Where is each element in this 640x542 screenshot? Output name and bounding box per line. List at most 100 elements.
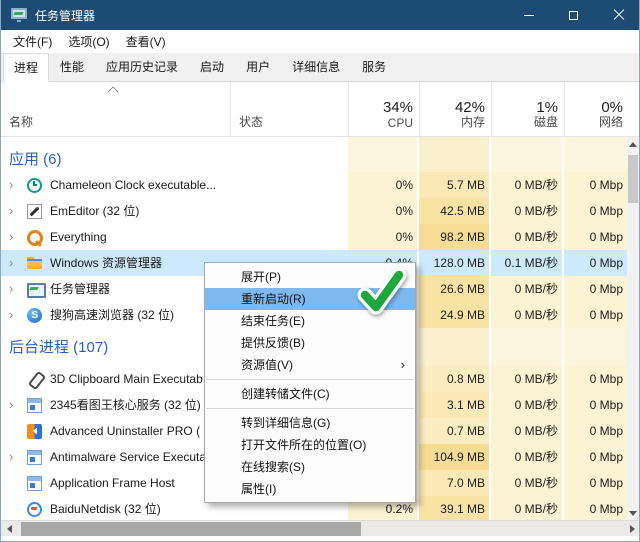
vertical-scrollbar-thumb[interactable] bbox=[628, 155, 638, 203]
menubar-item-1[interactable]: 文件(F) bbox=[5, 30, 60, 53]
process-name-cell: BaiduNetdisk (32 位) bbox=[1, 496, 230, 520]
column-header-disk[interactable]: 1% 磁盘 bbox=[491, 82, 564, 136]
horizontal-scrollbar-thumb[interactable] bbox=[21, 522, 361, 536]
context-menu-item-5[interactable]: 资源值(V)› bbox=[205, 354, 415, 376]
section-header: 应用 (6) bbox=[1, 148, 640, 172]
expand-chevron-icon[interactable]: › bbox=[9, 198, 27, 224]
context-menu-item-12[interactable]: 属性(I) bbox=[205, 478, 415, 500]
process-name: EmEditor (32 位) bbox=[50, 198, 139, 224]
expand-chevron-icon[interactable]: › bbox=[9, 224, 27, 250]
context-menu-item-4[interactable]: 提供反馈(B) bbox=[205, 332, 415, 354]
network-cell: 0 Mbp bbox=[564, 276, 629, 302]
maximize-icon bbox=[569, 11, 578, 20]
maximize-button[interactable] bbox=[551, 0, 596, 30]
menu-item-label: 结束任务(E) bbox=[241, 314, 305, 328]
disk-cell: 0 MB/秒 bbox=[491, 392, 564, 418]
memory-cell: 5.7 MB bbox=[419, 172, 491, 198]
disk-cell: 0 MB/秒 bbox=[491, 276, 564, 302]
expand-chevron-icon[interactable]: › bbox=[9, 392, 27, 418]
submenu-arrow-icon: › bbox=[401, 354, 405, 376]
table-header: 名称 状态 34% CPU 42% 内存 1% 磁盘 0% 网络 bbox=[1, 82, 640, 137]
disk-cell: 0 MB/秒 bbox=[491, 496, 564, 520]
column-header-status[interactable]: 状态 bbox=[230, 82, 348, 136]
process-name-cell: ›Everything bbox=[1, 224, 230, 250]
context-menu-item-7[interactable]: 创建转储文件(C) bbox=[205, 383, 415, 405]
tab-6[interactable]: 详细信息 bbox=[281, 52, 351, 81]
app-window-icon bbox=[27, 398, 42, 413]
task-manager-app-icon bbox=[11, 8, 27, 22]
column-header-network[interactable]: 0% 网络 bbox=[564, 82, 629, 136]
network-cell: 0 Mbp bbox=[564, 366, 629, 392]
network-cell: 0 Mbp bbox=[564, 496, 629, 520]
process-name-cell: › 2345看图王核心服务 (32 位) bbox=[1, 392, 230, 418]
tab-3[interactable]: 应用历史记录 bbox=[95, 52, 189, 81]
memory-cell: 104.9 MB bbox=[419, 444, 491, 470]
memory-cell: 39.1 MB bbox=[419, 496, 491, 520]
status-cell bbox=[230, 224, 348, 250]
app-window-icon bbox=[27, 476, 42, 491]
column-header-cpu[interactable]: 34% CPU bbox=[348, 82, 419, 136]
window-bottom-edge bbox=[1, 536, 640, 542]
process-name-cell: › EmEditor (32 位) bbox=[1, 198, 230, 224]
scroll-up-icon[interactable] bbox=[627, 137, 639, 151]
process-name-cell: › Windows 资源管理器 bbox=[1, 250, 230, 276]
network-cell: 0 Mbp bbox=[564, 470, 629, 496]
process-name-cell: ›Chameleon Clock executable... bbox=[1, 172, 230, 198]
tab-4[interactable]: 启动 bbox=[189, 52, 235, 81]
close-button[interactable] bbox=[596, 0, 640, 30]
tab-5[interactable]: 用户 bbox=[235, 52, 281, 81]
process-row[interactable]: ›Chameleon Clock executable...0%5.7 MB0 … bbox=[1, 172, 640, 198]
column-header-name[interactable]: 名称 bbox=[1, 82, 230, 136]
network-cell: 0 Mbp bbox=[564, 418, 629, 444]
menu-separator bbox=[206, 379, 414, 380]
tab-1[interactable]: 进程 bbox=[3, 53, 49, 82]
emeditor-icon bbox=[27, 204, 42, 219]
memory-cell: 42.5 MB bbox=[419, 198, 491, 224]
menubar-item-2[interactable]: 选项(O) bbox=[60, 30, 117, 53]
tab-7[interactable]: 服务 bbox=[351, 52, 397, 81]
scroll-left-icon[interactable] bbox=[1, 521, 18, 537]
menu-item-label: 展开(P) bbox=[241, 270, 281, 284]
scroll-right-icon[interactable] bbox=[624, 521, 640, 537]
process-name-cell: ›搜狗高速浏览器 (32 位) bbox=[1, 302, 230, 328]
expand-chevron-icon[interactable]: › bbox=[9, 250, 27, 276]
column-header-memory[interactable]: 42% 内存 bbox=[419, 82, 491, 136]
disk-cell: 0 MB/秒 bbox=[491, 366, 564, 392]
green-checkmark-annotation bbox=[355, 266, 407, 316]
process-row[interactable]: ›EmEditor (32 位)0%42.5 MB0 MB/秒0 Mbp bbox=[1, 198, 640, 224]
clock-icon bbox=[27, 178, 42, 193]
vertical-scrollbar[interactable] bbox=[627, 137, 639, 520]
scroll-down-icon[interactable] bbox=[627, 506, 639, 520]
horizontal-scrollbar[interactable] bbox=[1, 520, 640, 536]
process-name: 2345看图王核心服务 (32 位) bbox=[50, 392, 201, 418]
context-menu-item-10[interactable]: 打开文件所在的位置(O) bbox=[205, 434, 415, 456]
disk-cell: 0.1 MB/秒 bbox=[491, 250, 564, 276]
process-name-cell: 3D Clipboard Main Executab bbox=[1, 366, 230, 392]
task-manager-window: 任务管理器 文件(F)选项(O)查看(V) 进程性能应用历史记录启动用户详细信息… bbox=[0, 0, 640, 542]
memory-cell: 26.6 MB bbox=[419, 276, 491, 302]
context-menu-item-9[interactable]: 转到详细信息(G) bbox=[205, 412, 415, 434]
minimize-icon bbox=[524, 15, 534, 16]
expand-chevron-icon[interactable]: › bbox=[9, 172, 27, 198]
memory-cell: 128.0 MB bbox=[419, 250, 491, 276]
tab-strip: 进程性能应用历史记录启动用户详细信息服务 bbox=[1, 53, 640, 82]
menubar-item-3[interactable]: 查看(V) bbox=[118, 30, 174, 53]
tab-2[interactable]: 性能 bbox=[49, 52, 95, 81]
disk-cell: 0 MB/秒 bbox=[491, 444, 564, 470]
minimize-button[interactable] bbox=[506, 0, 551, 30]
disk-cell: 0 MB/秒 bbox=[491, 470, 564, 496]
expand-chevron-icon[interactable]: › bbox=[9, 302, 27, 328]
expand-chevron-icon[interactable]: › bbox=[9, 444, 27, 470]
process-row[interactable]: ›Everything0%98.2 MB0 MB/秒0 Mbp bbox=[1, 224, 640, 250]
process-name: Antimalware Service Executab bbox=[50, 444, 213, 470]
context-menu-item-11[interactable]: 在线搜索(S) bbox=[205, 456, 415, 478]
process-name: Windows 资源管理器 bbox=[50, 250, 162, 276]
network-cell: 0 Mbp bbox=[564, 444, 629, 470]
menu-item-label: 提供反馈(B) bbox=[241, 336, 305, 350]
disk-cell: 0 MB/秒 bbox=[491, 172, 564, 198]
disk-cell: 0 MB/秒 bbox=[491, 224, 564, 250]
expand-chevron-icon[interactable]: › bbox=[9, 276, 27, 302]
menu-separator bbox=[206, 408, 414, 409]
window-title: 任务管理器 bbox=[35, 7, 95, 24]
cpu-total-usage: 34% bbox=[383, 99, 413, 116]
